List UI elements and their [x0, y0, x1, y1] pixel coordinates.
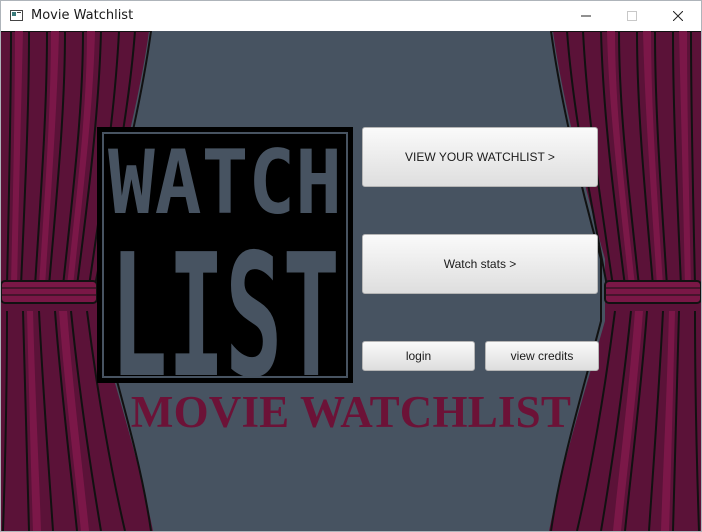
minimize-icon	[581, 15, 591, 17]
title-bar[interactable]: Movie Watchlist	[1, 1, 701, 31]
maximize-icon	[627, 11, 637, 21]
app-icon	[10, 10, 23, 21]
logo-line-list: LIST	[110, 218, 340, 383]
login-button[interactable]: login	[362, 341, 475, 371]
watch-stats-button[interactable]: Watch stats >	[362, 234, 598, 294]
main-stage: WATCH LIST VIEW YOUR WATCHLIST > Watch s…	[1, 31, 701, 531]
maximize-button[interactable]	[609, 1, 655, 31]
view-watchlist-button[interactable]: VIEW YOUR WATCHLIST >	[362, 127, 598, 187]
app-window: Movie Watchlist WATCH LIST VIEW YOUR WAT…	[0, 0, 702, 532]
main-title: MOVIE WATCHLIST	[130, 387, 572, 437]
view-credits-button[interactable]: view credits	[485, 341, 599, 371]
window-title: Movie Watchlist	[31, 8, 134, 23]
minimize-button[interactable]	[563, 1, 609, 31]
close-icon	[673, 11, 683, 21]
close-button[interactable]	[655, 1, 701, 31]
curtain-tieback-left	[1, 280, 98, 304]
watch-list-logo: WATCH LIST	[97, 127, 353, 383]
